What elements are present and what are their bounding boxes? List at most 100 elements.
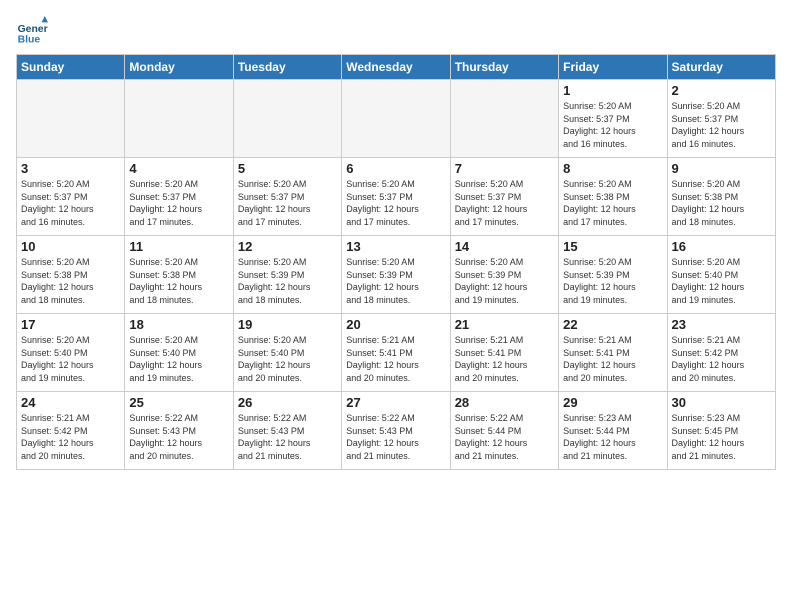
day-number: 11 (129, 239, 228, 254)
calendar-cell: 23 Sunrise: 5:21 AM Sunset: 5:42 PM Dayli… (667, 314, 775, 392)
day-info: Sunrise: 5:20 AM Sunset: 5:37 PM Dayligh… (672, 100, 771, 150)
calendar-cell (125, 80, 233, 158)
day-info: Sunrise: 5:20 AM Sunset: 5:40 PM Dayligh… (21, 334, 120, 384)
day-number: 21 (455, 317, 554, 332)
calendar-cell: 3 Sunrise: 5:20 AM Sunset: 5:37 PM Daylig… (17, 158, 125, 236)
day-number: 24 (21, 395, 120, 410)
calendar-cell: 29Sunrise: 5:23 AM Sunset: 5:44 PM Dayli… (559, 392, 667, 470)
day-number: 12 (238, 239, 337, 254)
day-number: 14 (455, 239, 554, 254)
day-info: Sunrise: 5:20 AM Sunset: 5:39 PM Dayligh… (455, 256, 554, 306)
day-number: 15 (563, 239, 662, 254)
calendar-cell: 10 Sunrise: 5:20 AM Sunset: 5:38 PM Dayli… (17, 236, 125, 314)
day-number: 10 (21, 239, 120, 254)
calendar-cell: 16Sunrise: 5:20 AM Sunset: 5:40 PM Dayli… (667, 236, 775, 314)
day-number: 13 (346, 239, 445, 254)
day-number: 7 (455, 161, 554, 176)
day-info: Sunrise: 5:20 AM Sunset: 5:37 PM Dayligh… (346, 178, 445, 228)
calendar-cell: 19Sunrise: 5:20 AM Sunset: 5:40 PM Dayli… (233, 314, 341, 392)
header-day-thursday: Thursday (450, 55, 558, 80)
calendar-cell: 9 Sunrise: 5:20 AM Sunset: 5:38 PM Daylig… (667, 158, 775, 236)
header-day-saturday: Saturday (667, 55, 775, 80)
header-day-monday: Monday (125, 55, 233, 80)
day-info: Sunrise: 5:20 AM Sunset: 5:40 PM Dayligh… (238, 334, 337, 384)
calendar-cell: 12 Sunrise: 5:20 AM Sunset: 5:39 PM Dayli… (233, 236, 341, 314)
day-number: 4 (129, 161, 228, 176)
day-info: Sunrise: 5:20 AM Sunset: 5:37 PM Dayligh… (238, 178, 337, 228)
day-info: Sunrise: 5:22 AM Sunset: 5:43 PM Dayligh… (346, 412, 445, 462)
day-number: 30 (672, 395, 771, 410)
calendar-body: 1 Sunrise: 5:20 AM Sunset: 5:37 PM Daylig… (17, 80, 776, 470)
day-info: Sunrise: 5:20 AM Sunset: 5:38 PM Dayligh… (672, 178, 771, 228)
day-number: 23 (672, 317, 771, 332)
calendar-cell: 26 Sunrise: 5:22 AM Sunset: 5:43 PM Dayli… (233, 392, 341, 470)
day-info: Sunrise: 5:20 AM Sunset: 5:38 PM Dayligh… (129, 256, 228, 306)
day-info: Sunrise: 5:20 AM Sunset: 5:39 PM Dayligh… (238, 256, 337, 306)
calendar-cell: 17 Sunrise: 5:20 AM Sunset: 5:40 PM Dayli… (17, 314, 125, 392)
calendar-cell: 2Sunrise: 5:20 AM Sunset: 5:37 PM Daylig… (667, 80, 775, 158)
day-number: 25 (129, 395, 228, 410)
svg-text:General: General (18, 24, 48, 35)
logo: General Blue (16, 16, 48, 48)
day-info: Sunrise: 5:20 AM Sunset: 5:37 PM Dayligh… (455, 178, 554, 228)
day-number: 26 (238, 395, 337, 410)
day-number: 1 (563, 83, 662, 98)
calendar-table: SundayMondayTuesdayWednesdayThursdayFrid… (16, 54, 776, 470)
calendar-cell (450, 80, 558, 158)
calendar-cell: 5 Sunrise: 5:20 AM Sunset: 5:37 PM Daylig… (233, 158, 341, 236)
day-info: Sunrise: 5:20 AM Sunset: 5:39 PM Dayligh… (563, 256, 662, 306)
day-number: 16 (672, 239, 771, 254)
day-info: Sunrise: 5:21 AM Sunset: 5:41 PM Dayligh… (346, 334, 445, 384)
day-info: Sunrise: 5:21 AM Sunset: 5:41 PM Dayligh… (563, 334, 662, 384)
calendar-cell (342, 80, 450, 158)
day-info: Sunrise: 5:22 AM Sunset: 5:43 PM Dayligh… (129, 412, 228, 462)
day-info: Sunrise: 5:22 AM Sunset: 5:44 PM Dayligh… (455, 412, 554, 462)
header-day-tuesday: Tuesday (233, 55, 341, 80)
day-info: Sunrise: 5:20 AM Sunset: 5:37 PM Dayligh… (21, 178, 120, 228)
day-number: 6 (346, 161, 445, 176)
day-number: 22 (563, 317, 662, 332)
week-row-2: 3 Sunrise: 5:20 AM Sunset: 5:37 PM Daylig… (17, 158, 776, 236)
week-row-4: 17 Sunrise: 5:20 AM Sunset: 5:40 PM Dayli… (17, 314, 776, 392)
calendar-cell: 13 Sunrise: 5:20 AM Sunset: 5:39 PM Dayli… (342, 236, 450, 314)
header-day-sunday: Sunday (17, 55, 125, 80)
week-row-5: 24 Sunrise: 5:21 AM Sunset: 5:42 PM Dayli… (17, 392, 776, 470)
day-info: Sunrise: 5:20 AM Sunset: 5:38 PM Dayligh… (563, 178, 662, 228)
calendar-cell: 21 Sunrise: 5:21 AM Sunset: 5:41 PM Dayli… (450, 314, 558, 392)
day-number: 20 (346, 317, 445, 332)
calendar-cell: 24 Sunrise: 5:21 AM Sunset: 5:42 PM Dayli… (17, 392, 125, 470)
calendar-cell: 30 Sunrise: 5:23 AM Sunset: 5:45 PM Dayli… (667, 392, 775, 470)
day-number: 9 (672, 161, 771, 176)
header-day-friday: Friday (559, 55, 667, 80)
week-row-1: 1 Sunrise: 5:20 AM Sunset: 5:37 PM Daylig… (17, 80, 776, 158)
calendar-cell: 28 Sunrise: 5:22 AM Sunset: 5:44 PM Dayli… (450, 392, 558, 470)
day-info: Sunrise: 5:21 AM Sunset: 5:42 PM Dayligh… (21, 412, 120, 462)
calendar-cell: 6 Sunrise: 5:20 AM Sunset: 5:37 PM Daylig… (342, 158, 450, 236)
calendar-cell (233, 80, 341, 158)
day-info: Sunrise: 5:20 AM Sunset: 5:39 PM Dayligh… (346, 256, 445, 306)
week-row-3: 10 Sunrise: 5:20 AM Sunset: 5:38 PM Dayli… (17, 236, 776, 314)
calendar-cell: 22 Sunrise: 5:21 AM Sunset: 5:41 PM Dayli… (559, 314, 667, 392)
calendar-cell: 25 Sunrise: 5:22 AM Sunset: 5:43 PM Dayli… (125, 392, 233, 470)
day-number: 28 (455, 395, 554, 410)
header-day-wednesday: Wednesday (342, 55, 450, 80)
day-info: Sunrise: 5:20 AM Sunset: 5:38 PM Dayligh… (21, 256, 120, 306)
day-number: 17 (21, 317, 120, 332)
svg-text:Blue: Blue (18, 34, 41, 45)
day-number: 5 (238, 161, 337, 176)
calendar-cell: 7 Sunrise: 5:20 AM Sunset: 5:37 PM Daylig… (450, 158, 558, 236)
day-info: Sunrise: 5:20 AM Sunset: 5:37 PM Dayligh… (129, 178, 228, 228)
calendar-cell: 20 Sunrise: 5:21 AM Sunset: 5:41 PM Dayli… (342, 314, 450, 392)
day-info: Sunrise: 5:20 AM Sunset: 5:37 PM Dayligh… (563, 100, 662, 150)
day-info: Sunrise: 5:21 AM Sunset: 5:42 PM Dayligh… (672, 334, 771, 384)
day-info: Sunrise: 5:23 AM Sunset: 5:45 PM Dayligh… (672, 412, 771, 462)
calendar-cell: 11 Sunrise: 5:20 AM Sunset: 5:38 PM Dayli… (125, 236, 233, 314)
day-number: 29 (563, 395, 662, 410)
day-info: Sunrise: 5:22 AM Sunset: 5:43 PM Dayligh… (238, 412, 337, 462)
day-number: 18 (129, 317, 228, 332)
calendar-cell: 15 Sunrise: 5:20 AM Sunset: 5:39 PM Dayli… (559, 236, 667, 314)
day-number: 8 (563, 161, 662, 176)
day-number: 3 (21, 161, 120, 176)
day-info: Sunrise: 5:21 AM Sunset: 5:41 PM Dayligh… (455, 334, 554, 384)
calendar-cell: 14 Sunrise: 5:20 AM Sunset: 5:39 PM Dayli… (450, 236, 558, 314)
